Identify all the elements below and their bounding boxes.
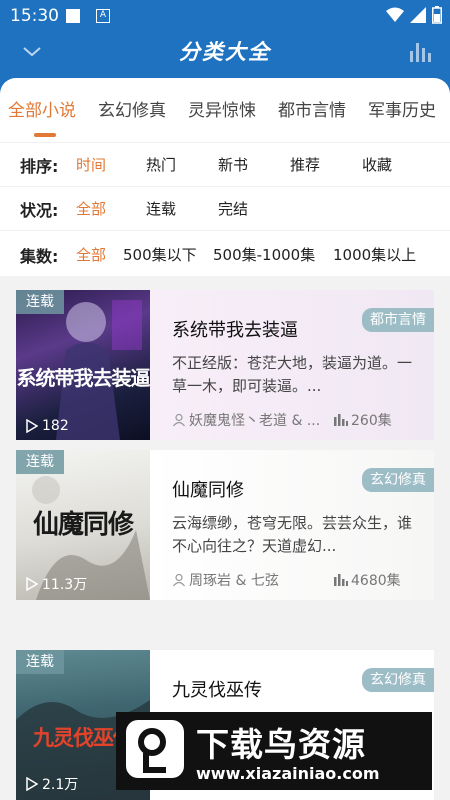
author-name: 妖魔鬼怪丶老道 & ... — [189, 413, 321, 429]
bars-icon — [334, 414, 348, 426]
bird-logo-icon — [126, 720, 184, 778]
book-card[interactable]: 连载 仙魔同修 11.3万 玄幻修真 仙魔同修 云海缥缈，苍穹无限。芸芸众生，谁… — [16, 450, 434, 600]
status-option-ongoing[interactable]: 连载 — [146, 198, 176, 219]
book-info: 玄幻修真 仙魔同修 云海缥缈，苍穹无限。芸芸众生，谁不心向往之？天道虚幻... … — [150, 450, 434, 600]
play-count-value: 182 — [42, 418, 69, 434]
status-label: 状况: — [20, 201, 59, 220]
battery-icon — [432, 6, 442, 24]
page-title: 分类大全 — [179, 39, 271, 64]
book-description: 不正经版：苍茫大地，装逼为道。一草一木，即可装逼。... — [172, 354, 413, 395]
episodes-option-500-1000[interactable]: 500集-1000集 — [213, 244, 315, 265]
sort-option-time[interactable]: 时间 — [76, 154, 106, 175]
book-author: 周琢岩 & 七弦 — [172, 570, 279, 590]
episodes-filter-row: 集数: 全部 500集以下 500集-1000集 1000集以上 — [0, 232, 450, 276]
episode-count: 260集 — [334, 410, 392, 430]
status-badge: 连载 — [16, 650, 64, 674]
genre-tag: 都市言情 — [362, 308, 434, 332]
play-count-value: 2.1万 — [42, 777, 79, 793]
book-cover[interactable]: 连载 系统带我去装逼 182 — [16, 290, 150, 440]
cover-title-text: 系统带我去装逼 — [16, 366, 151, 390]
episode-count-value: 260集 — [351, 413, 392, 429]
status-option-finished[interactable]: 完结 — [218, 198, 248, 219]
tab-dushi[interactable]: 都市言情 — [278, 96, 346, 121]
play-icon — [26, 577, 38, 591]
watermark-text: 下载鸟资源 — [196, 725, 366, 764]
status-badge: 连载 — [16, 290, 64, 314]
signal-icon — [410, 7, 426, 23]
play-count: 2.1万 — [26, 774, 78, 794]
status-bar: 15:30 A — [0, 0, 450, 32]
category-tabs: 全部小说 玄幻修真 灵异惊悚 都市言情 军事历史 — [0, 78, 450, 142]
episode-count: 4680集 — [334, 570, 401, 590]
content-panel: 全部小说 玄幻修真 灵异惊悚 都市言情 军事历史 排序: 时间 热门 新书 推荐… — [0, 78, 450, 800]
book-author: 妖魔鬼怪丶老道 & ... — [172, 410, 320, 430]
watermark-url: www.xiazainiao.com — [196, 764, 380, 783]
tab-all-novels[interactable]: 全部小说 — [8, 96, 76, 121]
book-title[interactable]: 九灵伐巫传 — [172, 676, 262, 702]
tab-xuanhuan[interactable]: 玄幻修真 — [98, 96, 166, 121]
play-icon — [26, 777, 38, 791]
episodes-option-over-1000[interactable]: 1000集以上 — [333, 244, 416, 265]
tab-junshi[interactable]: 军事历史 — [368, 96, 436, 121]
keyboard-icon: A — [96, 9, 110, 23]
title-bar: 分类大全 — [0, 32, 450, 72]
sort-option-hot[interactable]: 热门 — [146, 154, 176, 175]
bars-icon — [334, 574, 348, 586]
book-info: 都市言情 系统带我去装逼 不正经版：苍茫大地，装逼为道。一草一木，即可装逼。..… — [150, 290, 434, 440]
user-icon — [173, 573, 185, 587]
sort-option-recommend[interactable]: 推荐 — [290, 154, 320, 175]
wifi-icon — [386, 7, 404, 22]
book-title[interactable]: 系统带我去装逼 — [172, 316, 298, 342]
play-count-value: 11.3万 — [42, 577, 88, 593]
active-tab-indicator — [34, 133, 56, 137]
episode-count-value: 4680集 — [351, 573, 401, 589]
cover-title-text: 仙魔同修 — [32, 510, 134, 540]
book-card[interactable]: 连载 系统带我去装逼 182 都市言情 系统带我去装逼 不正经版：苍茫大地，装逼… — [16, 290, 434, 440]
sort-label: 排序: — [20, 157, 59, 176]
status-filter-row: 状况: 全部 连载 完结 — [0, 186, 450, 230]
genre-tag: 玄幻修真 — [362, 668, 434, 692]
status-badge: 连载 — [16, 450, 64, 474]
play-count: 182 — [26, 418, 69, 434]
play-count: 11.3万 — [26, 574, 87, 594]
user-icon — [173, 413, 185, 427]
sort-option-favorite[interactable]: 收藏 — [362, 154, 392, 175]
book-description: 云海缥缈，苍穹无限。芸芸众生，谁不心向往之？天道虚幻... — [172, 514, 413, 555]
book-cover[interactable]: 连载 仙魔同修 11.3万 — [16, 450, 150, 600]
episodes-option-all[interactable]: 全部 — [76, 244, 106, 265]
sort-option-new[interactable]: 新书 — [218, 154, 248, 175]
sort-filter-row: 排序: 时间 热门 新书 推荐 收藏 — [0, 142, 450, 186]
status-option-all[interactable]: 全部 — [76, 198, 106, 219]
divider — [0, 230, 450, 231]
notification-icon — [66, 9, 80, 23]
ranking-icon[interactable] — [408, 41, 432, 63]
watermark-banner: 下载鸟资源 www.xiazainiao.com — [116, 712, 432, 790]
play-icon — [26, 419, 38, 433]
tab-lingyi[interactable]: 灵异惊悚 — [188, 96, 256, 121]
author-name: 周琢岩 & 七弦 — [189, 573, 279, 589]
book-title[interactable]: 仙魔同修 — [172, 476, 244, 502]
genre-tag: 玄幻修真 — [362, 468, 434, 492]
episodes-label: 集数: — [20, 247, 59, 266]
status-time: 15:30 — [10, 6, 59, 26]
episodes-option-under-500[interactable]: 500集以下 — [123, 244, 197, 265]
